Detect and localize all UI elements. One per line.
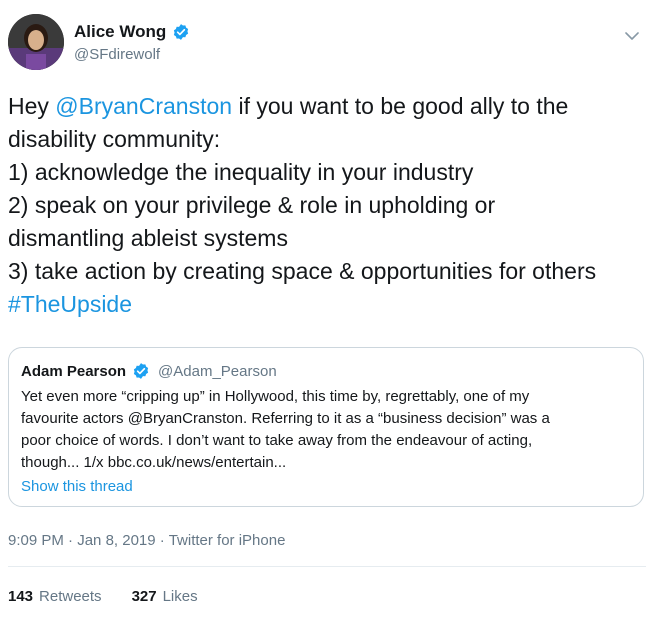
retweets-count: 143 (8, 588, 34, 605)
quoted-text-line: Yet even more “cripping up” in Hollywood… (21, 388, 530, 405)
tweet-text-segment: 3) take action by creating space & oppor… (8, 258, 597, 284)
hashtag-link[interactable]: #TheUpside (8, 291, 132, 317)
tweet-text-segment: dismantling ableist systems (8, 225, 288, 251)
verified-badge-icon (174, 24, 189, 40)
tweet-text-segment: 2) speak on your privilege & role in uph… (8, 192, 496, 218)
quoted-tweet-text: Yet even more “cripping up” in Hollywood… (21, 386, 633, 474)
tweet-stats: 143 Retweets 327 Likes (8, 588, 198, 605)
tweet-text-line: 3) take action by creating space & oppor… (8, 255, 648, 288)
quoted-tweet-card[interactable]: Adam Pearson @Adam_Pearson Yet even more… (8, 347, 644, 507)
chevron-down-icon[interactable] (622, 26, 642, 46)
tweet-text-line: 2) speak on your privilege & role in uph… (8, 189, 648, 222)
retweets-label: Retweets (39, 588, 102, 605)
tweet-time[interactable]: 9:09 PM (8, 532, 64, 549)
show-thread-link[interactable]: Show this thread (21, 478, 133, 495)
meta-separator: · (63, 532, 78, 549)
likes-count: 327 (131, 588, 157, 605)
avatar[interactable] (8, 14, 64, 70)
quoted-author-name: Adam Pearson (21, 362, 127, 380)
tweet-source[interactable]: Twitter for iPhone (169, 532, 286, 549)
meta-separator: · (155, 532, 169, 549)
divider (8, 566, 646, 567)
quoted-text-line: poor choice of words. I don’t want to ta… (21, 432, 533, 449)
author-name[interactable]: Alice Wong (74, 22, 166, 42)
tweet-text-line: 1) acknowledge the inequality in your in… (8, 156, 648, 189)
likes-label: Likes (162, 588, 198, 605)
quoted-author-row: Adam Pearson @Adam_Pearson (21, 362, 277, 380)
tweet-metadata: 9:09 PM · Jan 8, 2019 · Twitter for iPho… (8, 532, 285, 549)
verified-badge-icon (133, 363, 149, 379)
author-block: Alice Wong @SFdirewolf (74, 22, 190, 63)
tweet-text-segment: disability community: (8, 126, 221, 152)
quoted-text-line: though... 1/x bbc.co.uk/news/entertain..… (21, 454, 287, 471)
retweets-stat[interactable]: 143 Retweets (8, 588, 102, 605)
author-handle[interactable]: @SFdirewolf (74, 46, 190, 63)
quoted-text-line: favourite actors @BryanCranston. Referri… (21, 410, 550, 427)
tweet-text-line: dismantling ableist systems (8, 222, 648, 255)
tweet-text-line: disability community: (8, 123, 648, 156)
avatar-image (8, 14, 64, 70)
tweet-text-line: Hey @BryanCranston if you want to be goo… (8, 90, 648, 123)
tweet-text-line: #TheUpside (8, 288, 648, 321)
tweet-header: Alice Wong @SFdirewolf (8, 14, 646, 74)
tweet-text-segment: 1) acknowledge the inequality in your in… (8, 159, 474, 185)
mention-link[interactable]: @BryanCranston (55, 93, 232, 119)
tweet-date[interactable]: Jan 8, 2019 (77, 532, 155, 549)
likes-stat[interactable]: 327 Likes (132, 588, 198, 605)
quoted-author-handle: @Adam_Pearson (158, 362, 277, 380)
tweet-text-segment: if you want to be good ally to the (232, 93, 569, 119)
tweet-text-segment: Hey (8, 93, 56, 119)
tweet-text: Hey @BryanCranston if you want to be goo… (8, 90, 648, 321)
